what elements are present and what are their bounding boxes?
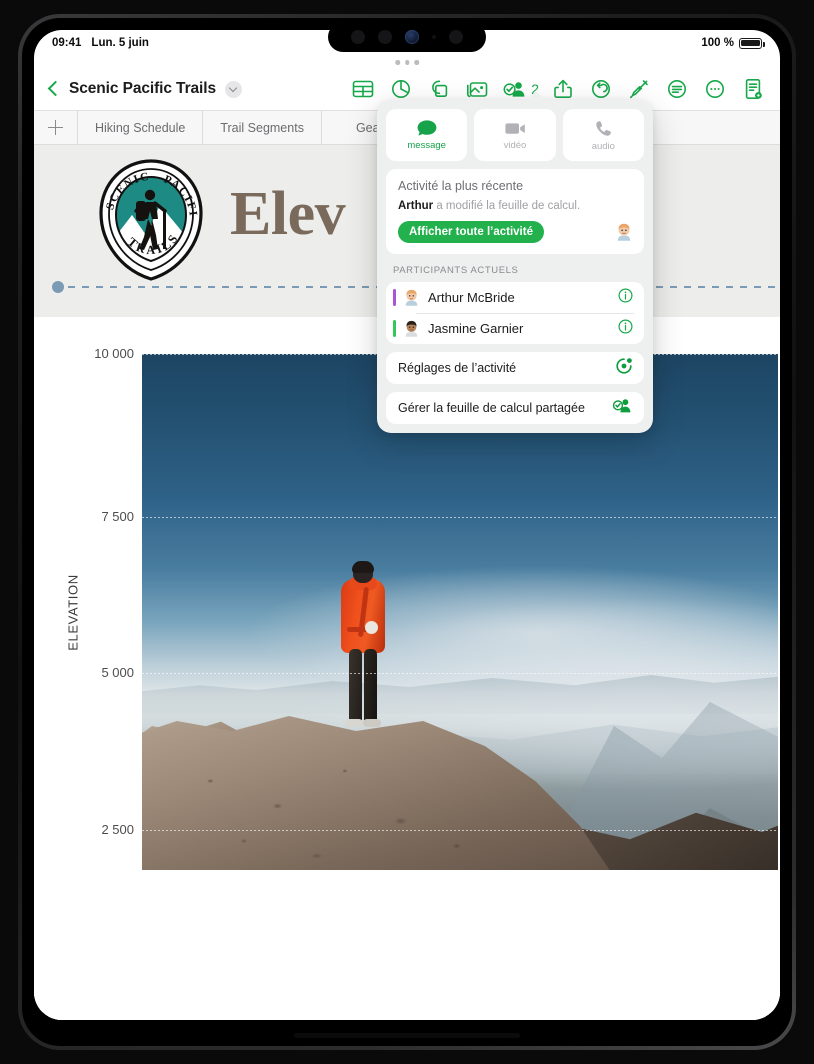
distant-ridge bbox=[142, 675, 778, 714]
video-button[interactable]: vidéo bbox=[474, 109, 556, 161]
recent-activity-message: Arthur a modifié la feuille de calcul. bbox=[398, 200, 632, 212]
y-axis-tick: 7 500 bbox=[101, 509, 134, 524]
document-title[interactable]: Scenic Pacific Trails bbox=[69, 80, 216, 98]
phone-icon bbox=[596, 120, 611, 136]
status-time: 09:41 bbox=[52, 37, 82, 49]
activity-message-text: a modifié la feuille de calcul. bbox=[433, 200, 581, 212]
memoji-arthur-avatar bbox=[405, 289, 418, 306]
manage-shared-spreadsheet-row[interactable]: Gérer la feuille de calcul partagée bbox=[386, 392, 644, 424]
collaboration-popover[interactable]: message vidéo audio Activité la plus réc… bbox=[377, 91, 653, 433]
page-title: Elev bbox=[230, 180, 346, 248]
camera-lens-icon bbox=[449, 30, 463, 44]
manage-shared-spreadsheet-label: Gérer la feuille de calcul partagée bbox=[398, 401, 585, 415]
sheet-tab-label: Trail Segments bbox=[220, 120, 304, 135]
hiker-shoe bbox=[363, 719, 381, 727]
document-icon[interactable] bbox=[735, 71, 771, 107]
chart-gridline bbox=[142, 673, 778, 674]
camera-island bbox=[328, 22, 486, 52]
participants-section-label: PARTICIPANTS ACTUELS bbox=[393, 265, 519, 276]
participant-arthur-mcbride[interactable]: Arthur McBride bbox=[386, 282, 644, 313]
sheet-tab-trail-segments[interactable]: Trail Segments bbox=[203, 111, 322, 144]
manage-share-icon bbox=[612, 397, 633, 419]
activity-settings-icon bbox=[615, 357, 633, 380]
recent-activity-card: Activité la plus récente Arthur a modifi… bbox=[386, 169, 644, 254]
back-chevron-icon[interactable] bbox=[48, 79, 60, 99]
ipad-device: 09:41 Lun. 5 juin 100 % Scenic Pacific T… bbox=[0, 0, 814, 1064]
multitask-dot bbox=[404, 60, 410, 65]
status-bar-left: 09:41 Lun. 5 juin bbox=[52, 37, 149, 49]
memoji-arthur-avatar bbox=[617, 223, 631, 241]
battery-percent-label: 100 % bbox=[701, 37, 734, 49]
chevron-down-icon[interactable] bbox=[224, 80, 242, 98]
status-date: Lun. 5 juin bbox=[91, 37, 149, 49]
multitask-dot bbox=[414, 60, 419, 65]
message-button[interactable]: message bbox=[386, 109, 468, 161]
call-actions-row: message vidéo audio bbox=[386, 109, 644, 161]
chart-y-axis: 10 000 7 500 5 000 2 500 bbox=[34, 346, 134, 870]
video-button-label: vidéo bbox=[503, 139, 527, 151]
hiker-leg bbox=[364, 649, 377, 723]
audio-button-label: audio bbox=[591, 140, 615, 152]
y-axis-tick: 5 000 bbox=[101, 665, 134, 680]
hiker-shoe bbox=[345, 719, 363, 727]
recent-activity-title: Activité la plus récente bbox=[398, 179, 524, 193]
participant-name: Arthur McBride bbox=[428, 290, 515, 305]
plus-icon bbox=[48, 120, 63, 135]
participant-color-bar bbox=[393, 289, 396, 306]
y-axis-tick: 2 500 bbox=[101, 822, 134, 837]
camera-lens-icon bbox=[378, 30, 392, 44]
device-bezel: 09:41 Lun. 5 juin 100 % Scenic Pacific T… bbox=[18, 14, 796, 1050]
home-indicator[interactable] bbox=[294, 1033, 520, 1038]
hiker-bottle bbox=[365, 621, 378, 634]
scenic-pacific-trails-logo: SCENIC PACIFIC TRAILS bbox=[87, 148, 210, 283]
add-sheet-button[interactable] bbox=[34, 111, 78, 144]
participant-color-bar bbox=[393, 320, 396, 337]
battery-icon bbox=[739, 37, 765, 49]
battery-fill bbox=[741, 39, 760, 47]
message-bubble-icon bbox=[417, 120, 437, 136]
multitasking-controls[interactable] bbox=[395, 60, 419, 65]
y-axis-tick: 10 000 bbox=[94, 346, 134, 361]
comment-icon[interactable] bbox=[659, 71, 695, 107]
status-bar-right: 100 % bbox=[701, 37, 765, 49]
recent-activity-footer: Afficher toute l’activité bbox=[398, 221, 632, 243]
multitask-dot bbox=[395, 60, 400, 65]
activity-settings-row[interactable]: Réglages de l’activité bbox=[386, 352, 644, 384]
sheet-tab-label: Hiking Schedule bbox=[95, 120, 186, 135]
chart-gridline bbox=[142, 517, 778, 518]
audio-button[interactable]: audio bbox=[562, 109, 644, 161]
device-bezel-inner: 09:41 Lun. 5 juin 100 % Scenic Pacific T… bbox=[22, 18, 792, 1046]
activity-settings-label: Réglages de l’activité bbox=[398, 361, 517, 375]
document-title-area: Scenic Pacific Trails bbox=[34, 79, 242, 99]
info-circle-icon[interactable] bbox=[618, 318, 633, 339]
activity-actor-name: Arthur bbox=[398, 200, 434, 212]
video-camera-icon bbox=[505, 122, 525, 134]
camera-lens-icon bbox=[351, 30, 365, 44]
table-icon[interactable] bbox=[345, 71, 381, 107]
hiker-leg bbox=[349, 649, 362, 723]
dashed-rule-dot bbox=[52, 281, 64, 293]
hiker-hair bbox=[352, 561, 374, 573]
memoji-jasmine-avatar bbox=[405, 320, 418, 337]
chart-gridline bbox=[142, 830, 778, 831]
sensor-dot-icon bbox=[432, 35, 436, 39]
message-button-label: message bbox=[407, 140, 446, 151]
participant-name: Jasmine Garnier bbox=[428, 321, 524, 336]
show-all-activity-button[interactable]: Afficher toute l’activité bbox=[398, 221, 544, 243]
info-circle-icon[interactable] bbox=[618, 287, 633, 308]
participant-jasmine-garnier[interactable]: Jasmine Garnier bbox=[386, 313, 644, 344]
screen: 09:41 Lun. 5 juin 100 % Scenic Pacific T… bbox=[34, 30, 780, 1020]
camera-lens-icon bbox=[405, 30, 419, 44]
more-icon[interactable] bbox=[697, 71, 733, 107]
participants-list: Arthur McBride Jasmine Garnier bbox=[386, 282, 644, 344]
hiker-figure bbox=[327, 561, 399, 763]
sheet-tab-hiking-schedule[interactable]: Hiking Schedule bbox=[78, 111, 204, 144]
